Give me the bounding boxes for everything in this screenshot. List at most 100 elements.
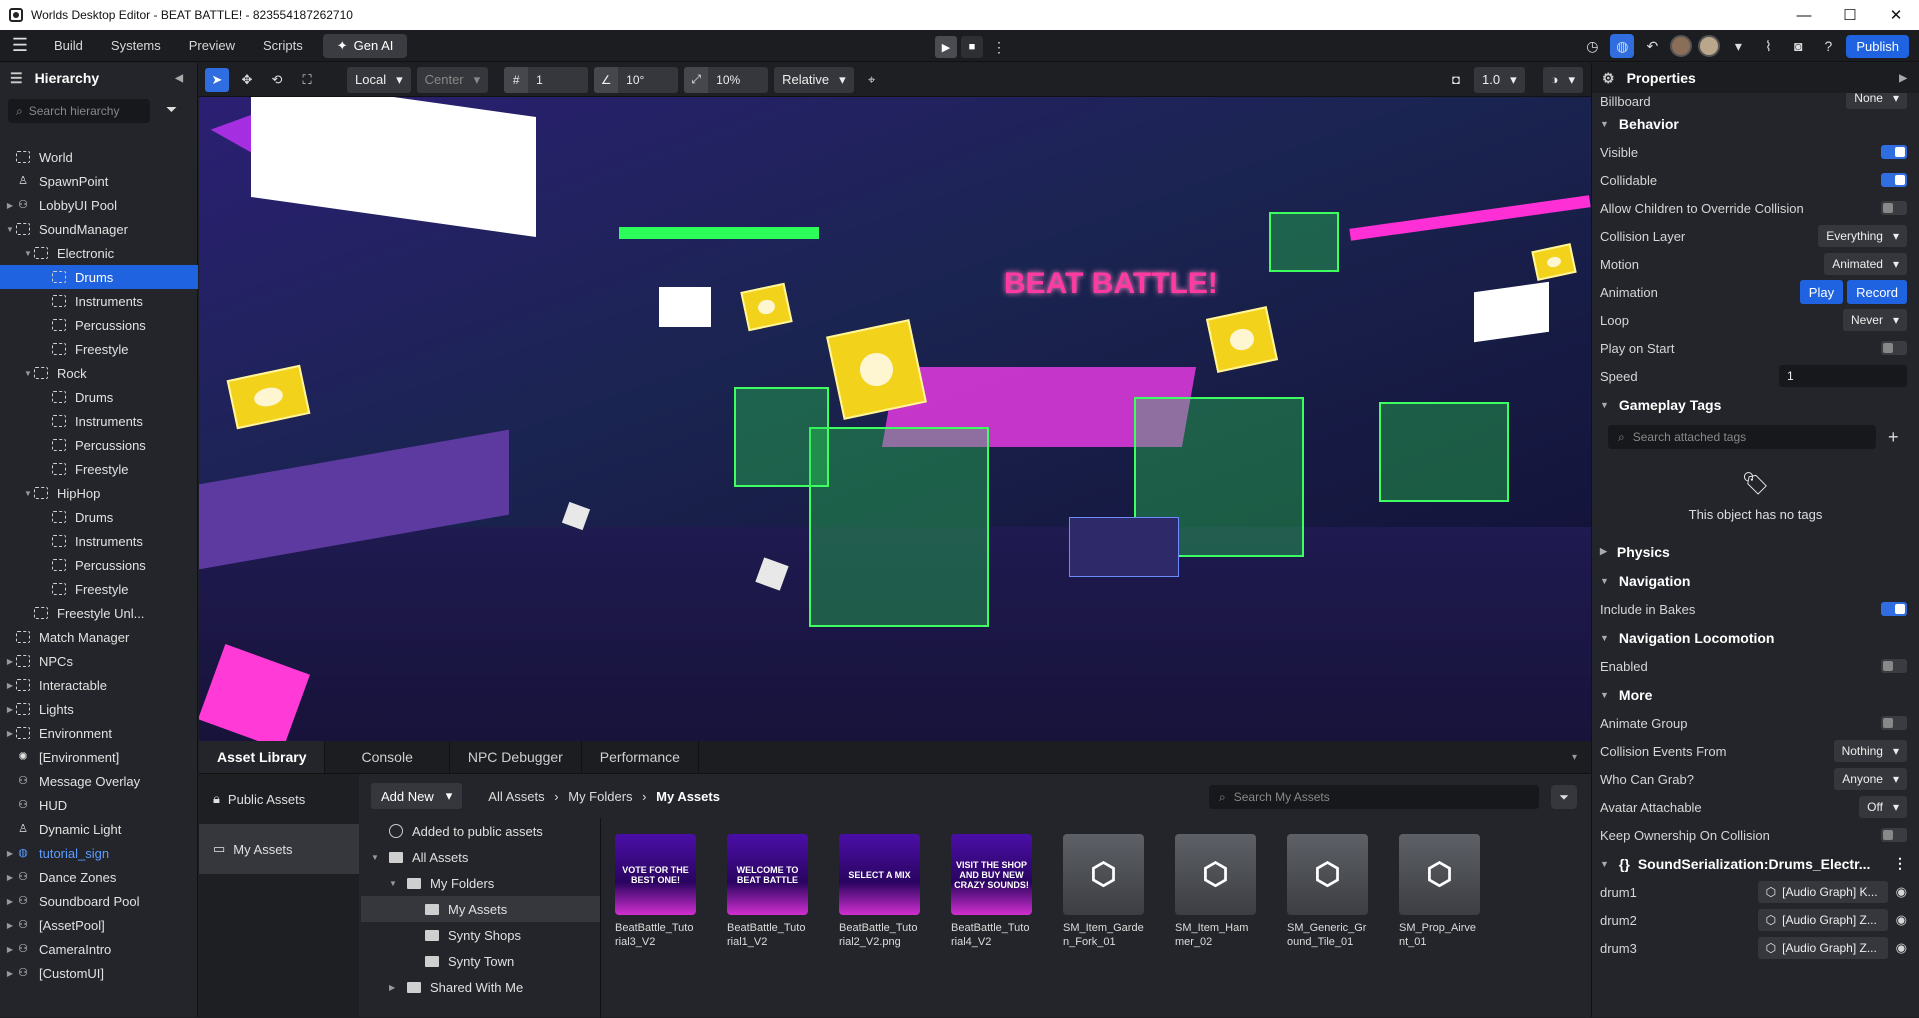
tree-arrow-icon[interactable]: ▼	[22, 249, 34, 258]
target-icon[interactable]: ◉	[1896, 940, 1907, 956]
asset-card[interactable]: ⬡ SM_Generic_Ground_Tile_01	[1287, 834, 1368, 949]
visible-toggle[interactable]	[1881, 145, 1907, 159]
section-navigation-locomotion[interactable]: ▼ Navigation Locomotion	[1592, 623, 1919, 652]
hierarchy-item[interactable]: Drums	[0, 385, 198, 409]
more-vertical-icon[interactable]: ⋮	[1893, 855, 1907, 872]
chevron-down-icon[interactable]: ▾	[1572, 741, 1577, 773]
tree-arrow-icon[interactable]: ▼	[22, 369, 34, 378]
crumb-all-assets[interactable]: All Assets	[488, 789, 544, 804]
scale-snap-icon[interactable]: ⤢	[684, 66, 709, 93]
nav-public-assets[interactable]: 🔒︎ Public Assets	[199, 774, 359, 824]
maximize-icon[interactable]: ☐	[1827, 0, 1873, 30]
tree-arrow-icon[interactable]: ▶	[4, 921, 16, 930]
hierarchy-item[interactable]: Instruments	[0, 409, 198, 433]
who-can-grab-dropdown[interactable]: Anyone ▾	[1834, 768, 1907, 790]
audio-graph-field[interactable]: ⬡ [Audio Graph] Z...	[1757, 909, 1888, 931]
folder-item[interactable]: Synty Town	[361, 948, 600, 974]
folder-item[interactable]: ▼ My Folders	[361, 870, 600, 896]
hierarchy-item[interactable]: ♙ SpawnPoint	[0, 169, 198, 193]
hierarchy-item[interactable]: Drums	[0, 505, 198, 529]
collision-layer-dropdown[interactable]: Everything ▾	[1818, 225, 1907, 247]
tree-arrow-icon[interactable]: ▼	[4, 225, 16, 234]
motion-dropdown[interactable]: Animated ▾	[1824, 253, 1907, 275]
tree-arrow-icon[interactable]: ▶	[4, 681, 16, 690]
keep-ownership-toggle[interactable]	[1881, 828, 1907, 842]
crumb-my-folders[interactable]: My Folders	[568, 789, 632, 804]
tag-search-input[interactable]: ⌕ Search attached tags	[1608, 425, 1876, 449]
hierarchy-item[interactable]: ▶ Lights	[0, 697, 198, 721]
tree-arrow-icon[interactable]: ▼	[371, 853, 389, 862]
hierarchy-item[interactable]: Drums	[0, 265, 198, 289]
billboard-dropdown[interactable]: None ▾	[1846, 93, 1907, 109]
target-icon[interactable]: ◉	[1896, 912, 1907, 928]
target-icon[interactable]: ◉	[1896, 884, 1907, 900]
menu-systems[interactable]: Systems	[97, 34, 175, 58]
hierarchy-item[interactable]: ▶ ⚇ CameraIntro	[0, 937, 198, 961]
hamburger-menu-icon[interactable]: ☰	[0, 35, 40, 56]
section-more[interactable]: ▼ More	[1592, 680, 1919, 709]
hierarchy-item[interactable]: World	[0, 145, 198, 169]
folder-item[interactable]: Added to public assets	[361, 818, 600, 844]
hierarchy-item[interactable]: ▼ HipHop	[0, 481, 198, 505]
filter-icon[interactable]: ⏷	[1551, 785, 1577, 809]
section-physics[interactable]: ▶ Physics	[1592, 537, 1919, 566]
close-icon[interactable]: ✕	[1873, 0, 1919, 30]
collapse-left-icon[interactable]: ◀	[175, 73, 183, 84]
clock-icon[interactable]: ◷	[1580, 34, 1604, 58]
camera-icon[interactable]: ◘	[1444, 68, 1468, 92]
crumb-my-assets[interactable]: My Assets	[656, 789, 720, 804]
play-icon[interactable]: ▶	[935, 36, 957, 58]
hierarchy-item[interactable]: ▼ Rock	[0, 361, 198, 385]
hierarchy-item[interactable]: ▶ Environment	[0, 721, 198, 745]
menu-preview[interactable]: Preview	[175, 34, 249, 58]
folder-item[interactable]: ▶ Shared With Me	[361, 974, 600, 1000]
gen-ai-button[interactable]: ✦ Gen AI	[322, 33, 408, 58]
loop-dropdown[interactable]: Never ▾	[1842, 309, 1907, 331]
collision-events-dropdown[interactable]: Nothing ▾	[1833, 740, 1907, 762]
hierarchy-item[interactable]: ▶ ⚇ [AssetPool]	[0, 913, 198, 937]
filter-icon[interactable]: ⏷	[166, 101, 177, 118]
speed-input[interactable]: 1	[1779, 365, 1907, 387]
grid-icon[interactable]: #	[504, 66, 529, 93]
tab-npc-debugger[interactable]: NPC Debugger	[450, 741, 582, 773]
enabled-toggle[interactable]	[1881, 659, 1907, 673]
tree-arrow-icon[interactable]: ▼	[389, 879, 407, 888]
space-dropdown[interactable]: Local ▾	[347, 66, 411, 93]
asset-search-input[interactable]: ⌕ Search My Assets	[1209, 785, 1539, 809]
vr-headset-icon[interactable]: ◙	[1786, 34, 1810, 58]
publish-button[interactable]: Publish	[1846, 34, 1909, 58]
tree-arrow-icon[interactable]: ▶	[4, 897, 16, 906]
hierarchy-item[interactable]: ⚇ HUD	[0, 793, 198, 817]
tree-arrow-icon[interactable]: ▶	[4, 705, 16, 714]
hierarchy-item[interactable]: Instruments	[0, 529, 198, 553]
menu-build[interactable]: Build	[40, 34, 97, 58]
hierarchy-item[interactable]: ▶ ⚇ LobbyUI Pool	[0, 193, 198, 217]
move-tool-icon[interactable]: ✥	[235, 68, 259, 92]
stop-icon[interactable]: ■	[961, 36, 983, 58]
hierarchy-item[interactable]: ⚇ Message Overlay	[0, 769, 198, 793]
scale-tool-icon[interactable]: ⛶	[295, 68, 319, 92]
more-vertical-icon[interactable]: ⋮	[987, 35, 1011, 59]
tree-arrow-icon[interactable]: ▶	[4, 969, 16, 978]
magnet-icon[interactable]: ⌖	[860, 68, 884, 92]
undo-icon[interactable]: ↶	[1640, 34, 1664, 58]
collidable-toggle[interactable]	[1881, 173, 1907, 187]
help-icon[interactable]: ?	[1816, 34, 1840, 58]
hierarchy-item[interactable]: Percussions	[0, 553, 198, 577]
asset-card[interactable]: WELCOME TO BEAT BATTLE BeatBattle_Tutoria…	[727, 834, 808, 949]
asset-card[interactable]: VOTE FOR THE BEST ONE! BeatBattle_Tutoria…	[615, 834, 696, 949]
hierarchy-item[interactable]: ▶ ⚇ Soundboard Pool	[0, 889, 198, 913]
hierarchy-item[interactable]: ▶ ⚇ [CustomUI]	[0, 961, 198, 985]
tree-arrow-icon[interactable]: ▶	[4, 201, 16, 210]
audio-graph-field[interactable]: ⬡ [Audio Graph] Z...	[1757, 937, 1888, 959]
asset-card[interactable]: VISIT THE SHOP AND BUY NEW CRAZY SOUNDS!…	[951, 834, 1032, 949]
hierarchy-item[interactable]: Percussions	[0, 313, 198, 337]
asset-card[interactable]: ⬡ SM_Item_Hammer_02	[1175, 834, 1256, 949]
hierarchy-item[interactable]: Match Manager	[0, 625, 198, 649]
scene-viewport[interactable]: BEAT BATTLE!	[199, 97, 1591, 741]
include-bakes-toggle[interactable]	[1881, 602, 1907, 616]
select-tool-icon[interactable]: ➤	[205, 67, 229, 92]
hierarchy-item[interactable]: ▶ ⚇ Dance Zones	[0, 865, 198, 889]
play-on-start-toggle[interactable]	[1881, 341, 1907, 355]
hierarchy-item[interactable]: ✺ [Environment]	[0, 745, 198, 769]
